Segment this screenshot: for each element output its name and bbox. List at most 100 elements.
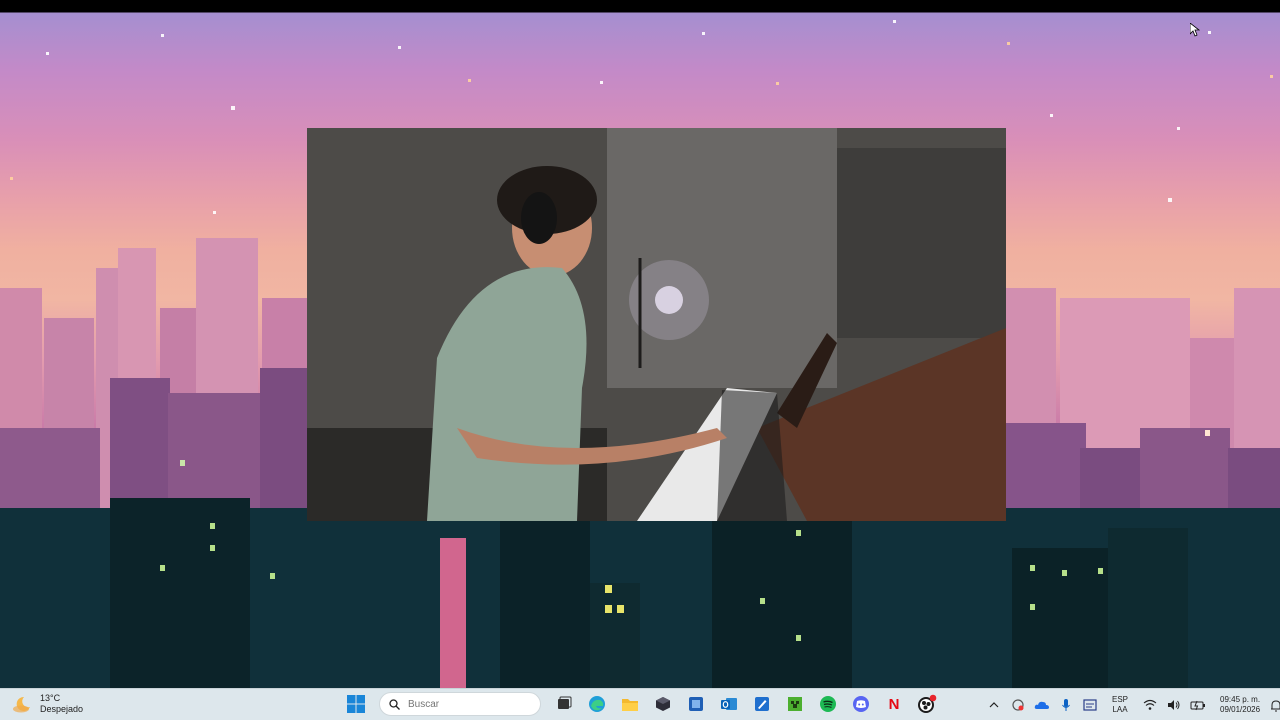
pen-app-button[interactable] — [750, 692, 774, 716]
discord-button[interactable] — [849, 692, 873, 716]
building — [110, 498, 250, 688]
volume-button[interactable] — [1166, 697, 1182, 713]
lit-window — [617, 605, 624, 613]
star — [702, 32, 705, 35]
lit-window — [1030, 565, 1035, 571]
lit-window — [1098, 568, 1103, 574]
obs-icon — [918, 694, 937, 713]
star — [213, 211, 216, 214]
obs-button[interactable] — [915, 692, 939, 716]
battery-button[interactable] — [1190, 697, 1206, 713]
video-player[interactable] — [307, 128, 1006, 521]
cube-app-button[interactable] — [651, 692, 675, 716]
windows-logo-icon — [347, 695, 365, 713]
taskbar-apps: N — [344, 692, 939, 716]
star — [10, 177, 13, 180]
lit-window — [605, 585, 612, 593]
folder-icon — [622, 699, 638, 711]
clock-time: 09:45 p. m. — [1220, 695, 1261, 704]
clock-date: 09/01/2026 — [1220, 705, 1261, 714]
language-indicator[interactable]: ESP LAA — [1112, 695, 1128, 715]
microphone-button[interactable] — [1058, 697, 1074, 713]
battery-charging-icon — [1190, 700, 1206, 711]
lit-window — [210, 545, 215, 551]
weather-widget[interactable]: 13°C Despejado — [12, 693, 83, 715]
microphone-icon — [1062, 699, 1070, 711]
lit-window — [760, 598, 765, 604]
blue-app-button[interactable] — [684, 692, 708, 716]
star — [893, 20, 896, 23]
keyboard-layout: LAA — [1112, 705, 1128, 714]
lit-window — [796, 530, 801, 536]
star — [231, 106, 235, 110]
start-button[interactable] — [344, 692, 368, 716]
tray-red-cloud-button[interactable] — [1010, 697, 1026, 713]
neon-sign — [440, 538, 466, 688]
lit-window — [210, 523, 215, 529]
outlook-icon — [721, 698, 737, 710]
minecraft-button[interactable] — [783, 692, 807, 716]
edge-button[interactable] — [585, 692, 609, 716]
spotify-button[interactable] — [816, 692, 840, 716]
building — [590, 583, 640, 688]
weather-temp: 13°C — [40, 693, 61, 703]
language-code: ESP — [1112, 695, 1129, 704]
netflix-icon: N — [888, 695, 900, 713]
moon-cloud-icon — [13, 696, 30, 713]
lit-window — [1030, 604, 1035, 610]
search-box[interactable] — [379, 692, 541, 716]
star — [398, 46, 401, 49]
desktop-wallpaper — [0, 0, 1280, 688]
star — [600, 81, 603, 84]
building — [1108, 528, 1188, 688]
wifi-icon — [1143, 699, 1157, 710]
star — [468, 79, 471, 82]
lit-window — [796, 635, 801, 641]
show-hidden-icons-button[interactable] — [986, 697, 1002, 713]
building — [1012, 548, 1112, 688]
file-explorer-button[interactable] — [618, 692, 642, 716]
lit-window — [605, 605, 612, 613]
minecraft-icon — [788, 697, 802, 711]
building — [500, 513, 590, 688]
lit-window — [270, 573, 275, 579]
tray-app-button[interactable] — [1082, 697, 1098, 713]
mouse-pointer-icon — [1190, 23, 1200, 37]
notifications-button[interactable] — [1268, 697, 1280, 713]
onedrive-cloud-icon — [1034, 701, 1049, 709]
pen-app-icon — [755, 697, 769, 711]
building — [712, 518, 852, 688]
wifi-button[interactable] — [1142, 697, 1158, 713]
task-view-icon — [558, 696, 572, 709]
netflix-button[interactable]: N — [882, 692, 906, 716]
blue-app-icon — [689, 697, 703, 711]
system-tray: ESP LAA 09:45 p. m. 09/01/2026 — [986, 692, 1280, 718]
lit-window — [180, 460, 185, 466]
cube-icon — [656, 697, 670, 711]
speaker-icon — [1168, 700, 1180, 710]
outlook-button[interactable] — [717, 692, 741, 716]
clock[interactable]: 09:45 p. m. 09/01/2026 — [1220, 695, 1260, 715]
taskbar: 13°C Despejado Buscar N ESP LAA 09:45 p.… — [0, 688, 1280, 720]
star — [1270, 75, 1273, 78]
star — [1050, 114, 1053, 117]
task-view-button[interactable] — [552, 692, 576, 716]
red-status-icon — [1012, 699, 1024, 711]
star — [1208, 31, 1211, 34]
tray-window-icon — [1083, 699, 1097, 711]
lit-window — [1062, 570, 1067, 576]
bell-icon — [1271, 699, 1280, 711]
star — [776, 82, 779, 85]
lit-window — [160, 565, 165, 571]
weather-condition: Despejado — [40, 704, 84, 714]
lit-window — [1205, 430, 1210, 436]
spotify-icon — [820, 696, 836, 712]
star — [46, 52, 49, 55]
search-icon — [389, 698, 400, 710]
discord-icon — [853, 696, 869, 712]
chevron-up-icon — [989, 702, 999, 708]
search-input[interactable] — [408, 698, 528, 710]
video-frame — [307, 128, 1006, 521]
star — [1177, 127, 1180, 130]
onedrive-button[interactable] — [1034, 697, 1050, 713]
